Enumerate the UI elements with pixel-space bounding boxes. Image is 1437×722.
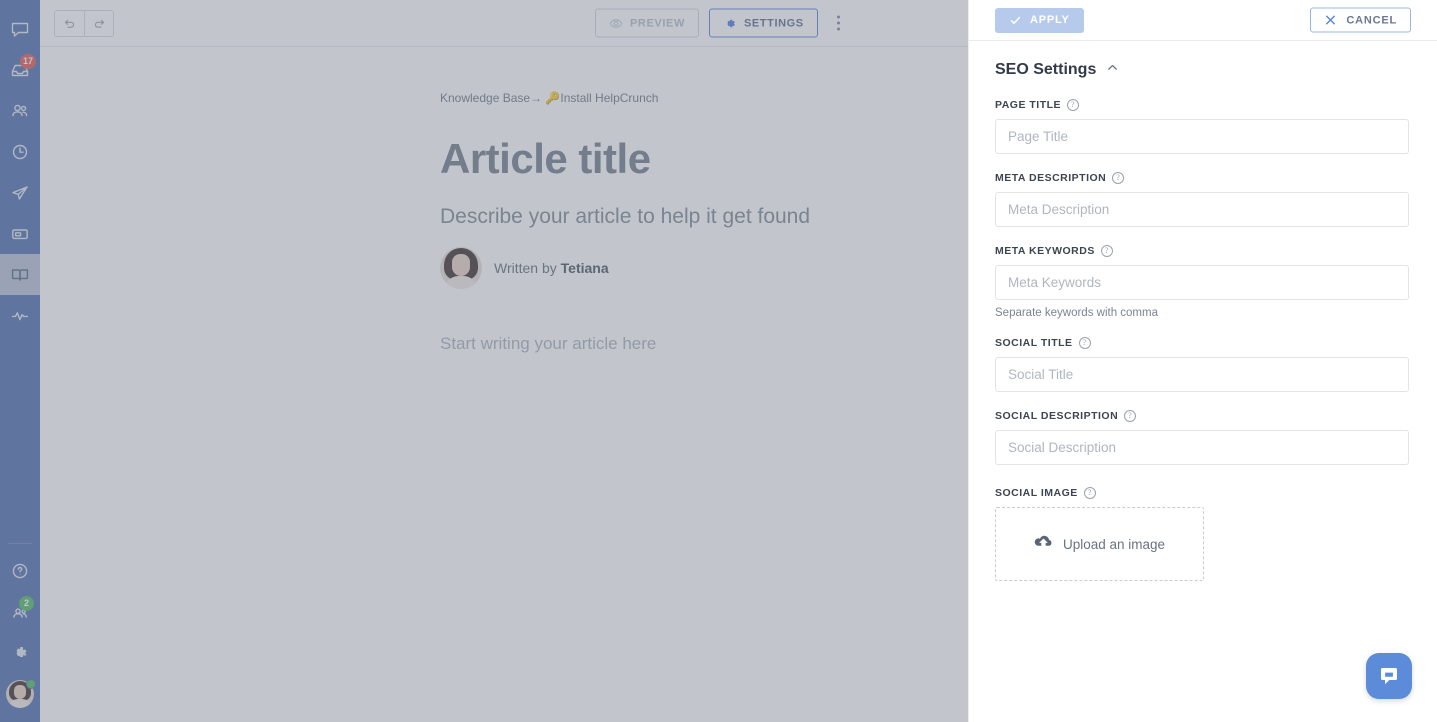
field-page-title: PAGE TITLE ? <box>995 99 1409 154</box>
chat-bubble-icon <box>1381 668 1397 685</box>
help-circle-icon[interactable]: ? <box>1067 99 1080 111</box>
field-label-text: META KEYWORDS <box>995 245 1095 257</box>
modal-dim-overlay[interactable] <box>0 0 968 722</box>
app-window: 17 2 PREVIEW SETTINGS Knowledge Base→ 🔑I… <box>0 0 1437 722</box>
social-title-input[interactable] <box>995 357 1409 392</box>
page-title-input[interactable] <box>995 119 1409 154</box>
field-label: SOCIAL IMAGE ? <box>995 487 1409 499</box>
field-meta-keywords: META KEYWORDS ? Separate keywords with c… <box>995 245 1409 319</box>
field-label: SOCIAL DESCRIPTION ? <box>995 410 1409 422</box>
field-social-image: SOCIAL IMAGE ? Upload an image <box>995 487 1409 581</box>
cloud-upload-icon <box>1034 534 1053 554</box>
cancel-label: CANCEL <box>1346 14 1397 26</box>
field-meta-description: META DESCRIPTION ? <box>995 172 1409 227</box>
seo-section-header[interactable]: SEO Settings <box>995 61 1409 79</box>
chat-widget-button[interactable] <box>1366 653 1412 699</box>
social-description-input[interactable] <box>995 430 1409 465</box>
section-title: SEO Settings <box>995 61 1097 78</box>
close-icon <box>1326 15 1336 25</box>
field-label: META KEYWORDS ? <box>995 245 1409 257</box>
apply-label: APPLY <box>1030 14 1070 26</box>
check-icon <box>1010 16 1021 24</box>
panel-body: SEO Settings PAGE TITLE ? META DESCRIPTI… <box>969 41 1437 722</box>
social-image-dropzone[interactable]: Upload an image <box>995 507 1204 581</box>
field-label: PAGE TITLE ? <box>995 99 1409 111</box>
help-circle-icon[interactable]: ? <box>1083 487 1096 499</box>
help-circle-icon[interactable]: ? <box>1112 172 1125 184</box>
chevron-up-icon[interactable] <box>1106 61 1119 79</box>
help-circle-icon[interactable]: ? <box>1100 245 1113 257</box>
upload-label: Upload an image <box>1062 536 1166 552</box>
field-label-text: SOCIAL IMAGE <box>995 487 1078 499</box>
field-label-text: PAGE TITLE <box>995 99 1062 111</box>
help-circle-icon[interactable]: ? <box>1124 410 1137 422</box>
field-label: META DESCRIPTION ? <box>995 172 1409 184</box>
field-social-description: SOCIAL DESCRIPTION ? <box>995 410 1409 465</box>
panel-header: APPLY CANCEL <box>969 0 1437 41</box>
field-social-title: SOCIAL TITLE ? <box>995 337 1409 392</box>
cancel-button[interactable]: CANCEL <box>1310 7 1411 33</box>
field-label-text: META DESCRIPTION <box>995 172 1107 184</box>
help-circle-icon[interactable]: ? <box>1078 337 1091 349</box>
meta-keywords-input[interactable] <box>995 265 1409 300</box>
apply-button[interactable]: APPLY <box>995 7 1084 33</box>
meta-description-input[interactable] <box>995 192 1409 227</box>
meta-keywords-hint: Separate keywords with comma <box>995 307 1158 319</box>
field-label-text: SOCIAL DESCRIPTION <box>995 410 1119 422</box>
seo-settings-panel: APPLY CANCEL SEO Settings PAGE TITLE ? P… <box>968 0 1437 722</box>
field-label: SOCIAL TITLE ? <box>995 337 1409 349</box>
field-label-text: SOCIAL TITLE <box>995 337 1073 349</box>
